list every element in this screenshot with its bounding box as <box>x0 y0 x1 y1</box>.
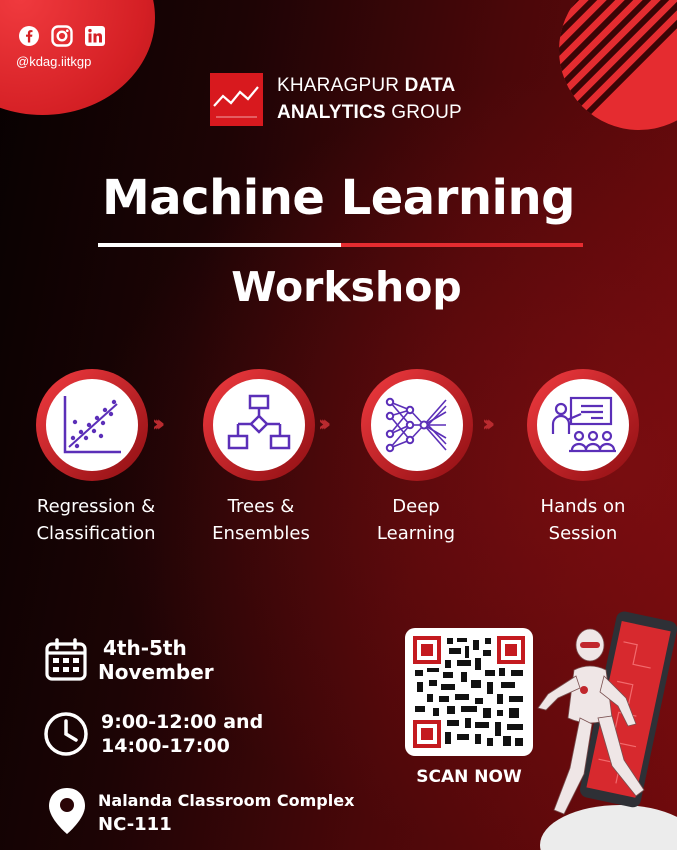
step-hands-on <box>527 369 639 481</box>
kdag-logo: KHARAGPUR DATA ANALYTICS GROUP <box>210 72 462 126</box>
time-text: 9:00-12:00 and 14:00-17:00 <box>101 711 264 757</box>
instagram-icon[interactable] <box>51 25 73 47</box>
logo-text: KHARAGPUR DATA ANALYTICS GROUP <box>277 75 462 123</box>
chevrons-3: ››› <box>482 412 495 437</box>
title-underline <box>98 243 583 247</box>
step-label-regression: Regression & Classification <box>36 496 156 544</box>
social-handle: @kdag.iitkgp <box>16 54 92 69</box>
date-text: 4th-5th November <box>98 636 214 684</box>
chevrons-2: ››› <box>318 412 331 437</box>
chevrons-1: ››› <box>152 412 165 437</box>
step-regression <box>36 369 148 481</box>
venue-text: Nalanda Classroom Complex NC-111 <box>98 791 355 835</box>
location-pin-icon <box>49 788 85 834</box>
calendar-icon <box>45 638 87 681</box>
striped-circle-decoration <box>559 0 677 130</box>
robot-illustration <box>537 611 677 850</box>
poster-subtitle: Workshop <box>231 263 462 311</box>
flowchart-tree-icon <box>227 394 291 450</box>
logo-mark <box>210 72 263 126</box>
step-label-deep: Deep Learning <box>376 496 456 544</box>
social-icons <box>18 25 106 47</box>
linkedin-icon[interactable] <box>84 25 106 47</box>
facebook-icon[interactable] <box>18 25 40 47</box>
workshop-poster: @kdag.iitkgp KHARAGPUR DATA ANALYTICS GR… <box>0 0 677 850</box>
step-trees <box>203 369 315 481</box>
poster-title: Machine Learning <box>101 170 576 226</box>
step-label-trees: Trees & Ensembles <box>212 496 310 544</box>
scatter-plot-icon <box>63 396 121 454</box>
step-deep-learning <box>361 369 473 481</box>
step-label-hands-on: Hands on Session <box>540 496 626 544</box>
clock-icon <box>44 712 88 756</box>
neural-network-icon <box>385 397 447 453</box>
presentation-icon <box>551 396 616 453</box>
